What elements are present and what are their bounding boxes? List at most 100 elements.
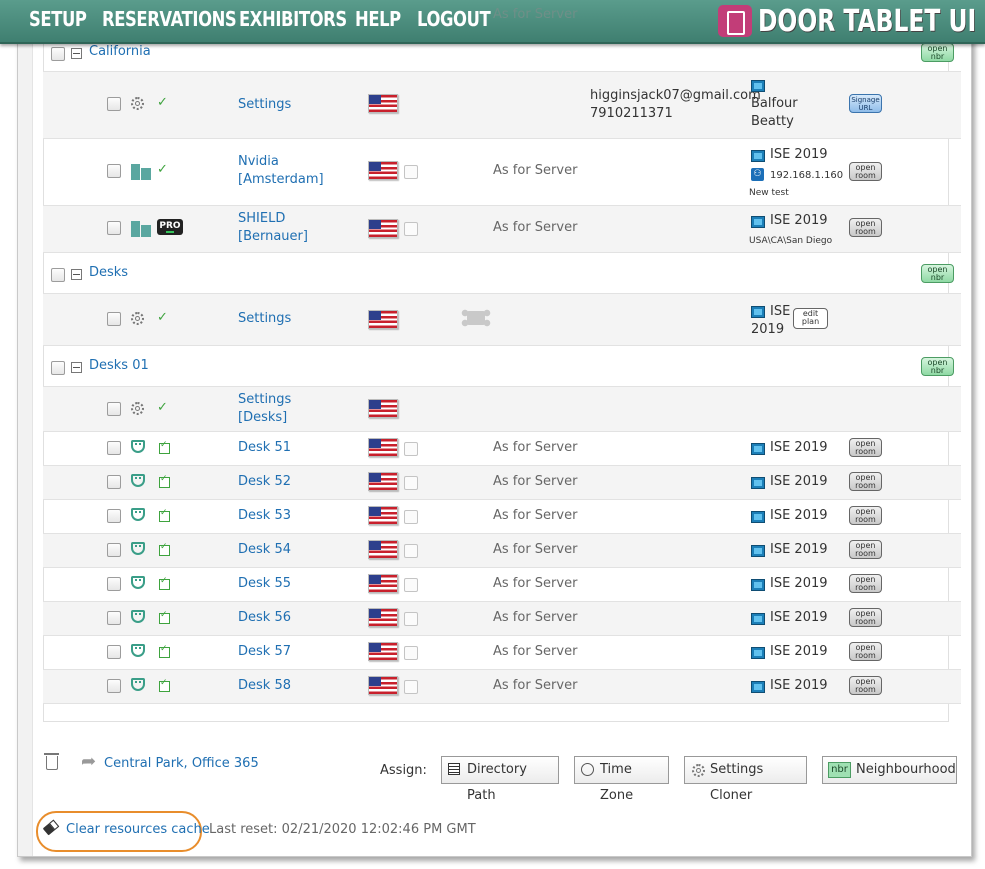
group-title[interactable]: California (89, 44, 151, 59)
row-checkbox[interactable] (107, 97, 121, 111)
us-flag-icon[interactable] (368, 506, 398, 525)
exhibitor-name: ISE 2019 (751, 304, 791, 337)
collapse-icon[interactable] (71, 48, 82, 59)
nav-setup[interactable]: SETUP (29, 7, 87, 31)
row-checkbox[interactable] (51, 268, 65, 282)
us-flag-icon[interactable] (368, 472, 398, 491)
option-checkbox[interactable] (404, 578, 418, 592)
resource-name-link[interactable]: Settings (238, 96, 291, 114)
row-checkbox[interactable] (107, 312, 121, 326)
time-zone-button[interactable]: Time Zone (574, 756, 669, 803)
open-room-button[interactable]: open room (849, 506, 882, 525)
collapse-icon[interactable] (71, 269, 82, 280)
open-nbr-button[interactable]: open nbr (921, 264, 954, 283)
row-checkbox[interactable] (51, 47, 65, 61)
resource-name-link[interactable]: Desk 55 (238, 575, 291, 593)
group-title[interactable]: Desks 01 (89, 358, 149, 373)
open-nbr-button[interactable]: open nbr (921, 43, 954, 62)
trash-icon[interactable] (44, 753, 59, 770)
nav-exhibitors[interactable]: EXHIBITORS (239, 7, 347, 31)
open-room-button[interactable]: open room (849, 540, 882, 559)
us-flag-icon[interactable] (368, 676, 398, 695)
nav-help[interactable]: HELP (355, 7, 401, 31)
resource-name-link[interactable]: Desk 58 (238, 677, 291, 695)
desk-icon (131, 576, 145, 589)
open-room-button[interactable]: open room (849, 438, 882, 457)
table-row: Desk 58 As for Server ISE 2019 open room (43, 670, 961, 704)
row-checkbox[interactable] (107, 679, 121, 693)
open-room-button[interactable]: open room (849, 574, 882, 593)
clear-resources-cache-link[interactable]: Clear resources cache (66, 821, 210, 839)
signage-url-button[interactable]: Signage URL (849, 94, 882, 113)
option-checkbox[interactable] (404, 544, 418, 558)
option-checkbox[interactable] (404, 646, 418, 660)
row-checkbox[interactable] (107, 645, 121, 659)
option-checkbox[interactable] (404, 165, 418, 179)
resource-name-link[interactable]: Desk 51 (238, 439, 291, 457)
option-checkbox[interactable] (404, 510, 418, 524)
status-check-icon (159, 678, 170, 692)
row-checkbox[interactable] (107, 611, 121, 625)
open-room-button[interactable]: open room (849, 472, 882, 491)
us-flag-icon[interactable] (368, 438, 398, 457)
us-flag-icon[interactable] (368, 574, 398, 593)
exhibitor-name: ISE 2019 (770, 474, 828, 489)
row-checkbox[interactable] (107, 441, 121, 455)
us-flag-icon[interactable] (368, 608, 398, 627)
row-checkbox[interactable] (107, 164, 121, 178)
option-checkbox[interactable] (404, 680, 418, 694)
us-flag-icon[interactable] (368, 310, 398, 329)
row-checkbox[interactable] (107, 577, 121, 591)
row-checkbox[interactable] (107, 543, 121, 557)
timezone-text: As for Server (493, 644, 578, 659)
ip-address: 192.168.1.160 (770, 170, 844, 181)
us-flag-icon[interactable] (368, 94, 398, 113)
us-flag-icon[interactable] (368, 540, 398, 559)
resource-name-link[interactable]: Desk 54 (238, 541, 291, 559)
desk-icon (131, 678, 145, 691)
resource-name-link[interactable]: Nvidia [Amsterdam] (238, 153, 324, 189)
resource-name-link[interactable]: Desk 57 (238, 643, 291, 661)
open-room-button[interactable]: open room (849, 608, 882, 627)
option-checkbox[interactable] (404, 476, 418, 490)
network-icon: ⚇ (751, 168, 764, 181)
table-row: Desk 52 As for Server ISE 2019 open room (43, 466, 961, 500)
row-checkbox[interactable] (107, 221, 121, 235)
row-checkbox[interactable] (107, 509, 121, 523)
film-icon (751, 150, 765, 162)
open-room-button[interactable]: open room (849, 162, 882, 181)
share-link[interactable]: Central Park, Office 365 (104, 755, 259, 773)
resource-name-link[interactable]: Settings (238, 310, 291, 328)
us-flag-icon[interactable] (368, 219, 398, 238)
open-room-button[interactable]: open room (849, 218, 882, 237)
row-checkbox[interactable] (107, 475, 121, 489)
us-flag-icon[interactable] (368, 161, 398, 180)
resource-name-link[interactable]: Settings [Desks] (238, 391, 291, 427)
us-flag-icon[interactable] (368, 642, 398, 661)
film-icon (751, 216, 765, 228)
gear-icon (692, 764, 705, 777)
neighbourhood-button[interactable]: nbr Neighbourhood (822, 756, 957, 784)
option-checkbox[interactable] (404, 612, 418, 626)
row-checkbox[interactable] (51, 361, 65, 375)
open-nbr-button[interactable]: open nbr (921, 357, 954, 376)
open-room-button[interactable]: open room (849, 642, 882, 661)
resource-name-link[interactable]: Desk 53 (238, 507, 291, 525)
row-checkbox[interactable] (107, 402, 121, 416)
nav-logout[interactable]: LOGOUT (417, 7, 491, 31)
nav-reservations[interactable]: RESERVATIONS (102, 7, 237, 31)
resource-name-link[interactable]: Desk 56 (238, 609, 291, 627)
directory-path-button[interactable]: Directory Path (441, 756, 559, 803)
option-checkbox[interactable] (404, 442, 418, 456)
edit-plan-button[interactable]: edit plan (793, 308, 828, 329)
settings-cloner-button[interactable]: Settings Cloner (684, 756, 807, 803)
table-row: Desk 57 As for Server ISE 2019 open room (43, 636, 961, 670)
collapse-icon[interactable] (71, 362, 82, 373)
resource-name-link[interactable]: Desk 52 (238, 473, 291, 491)
resource-name-link[interactable]: SHIELD [Bernauer] (238, 210, 308, 246)
group-row-desks: Desks open nbr (43, 253, 961, 294)
open-room-button[interactable]: open room (849, 676, 882, 695)
option-checkbox[interactable] (404, 222, 418, 236)
us-flag-icon[interactable] (368, 399, 398, 418)
group-title[interactable]: Desks (89, 265, 128, 280)
